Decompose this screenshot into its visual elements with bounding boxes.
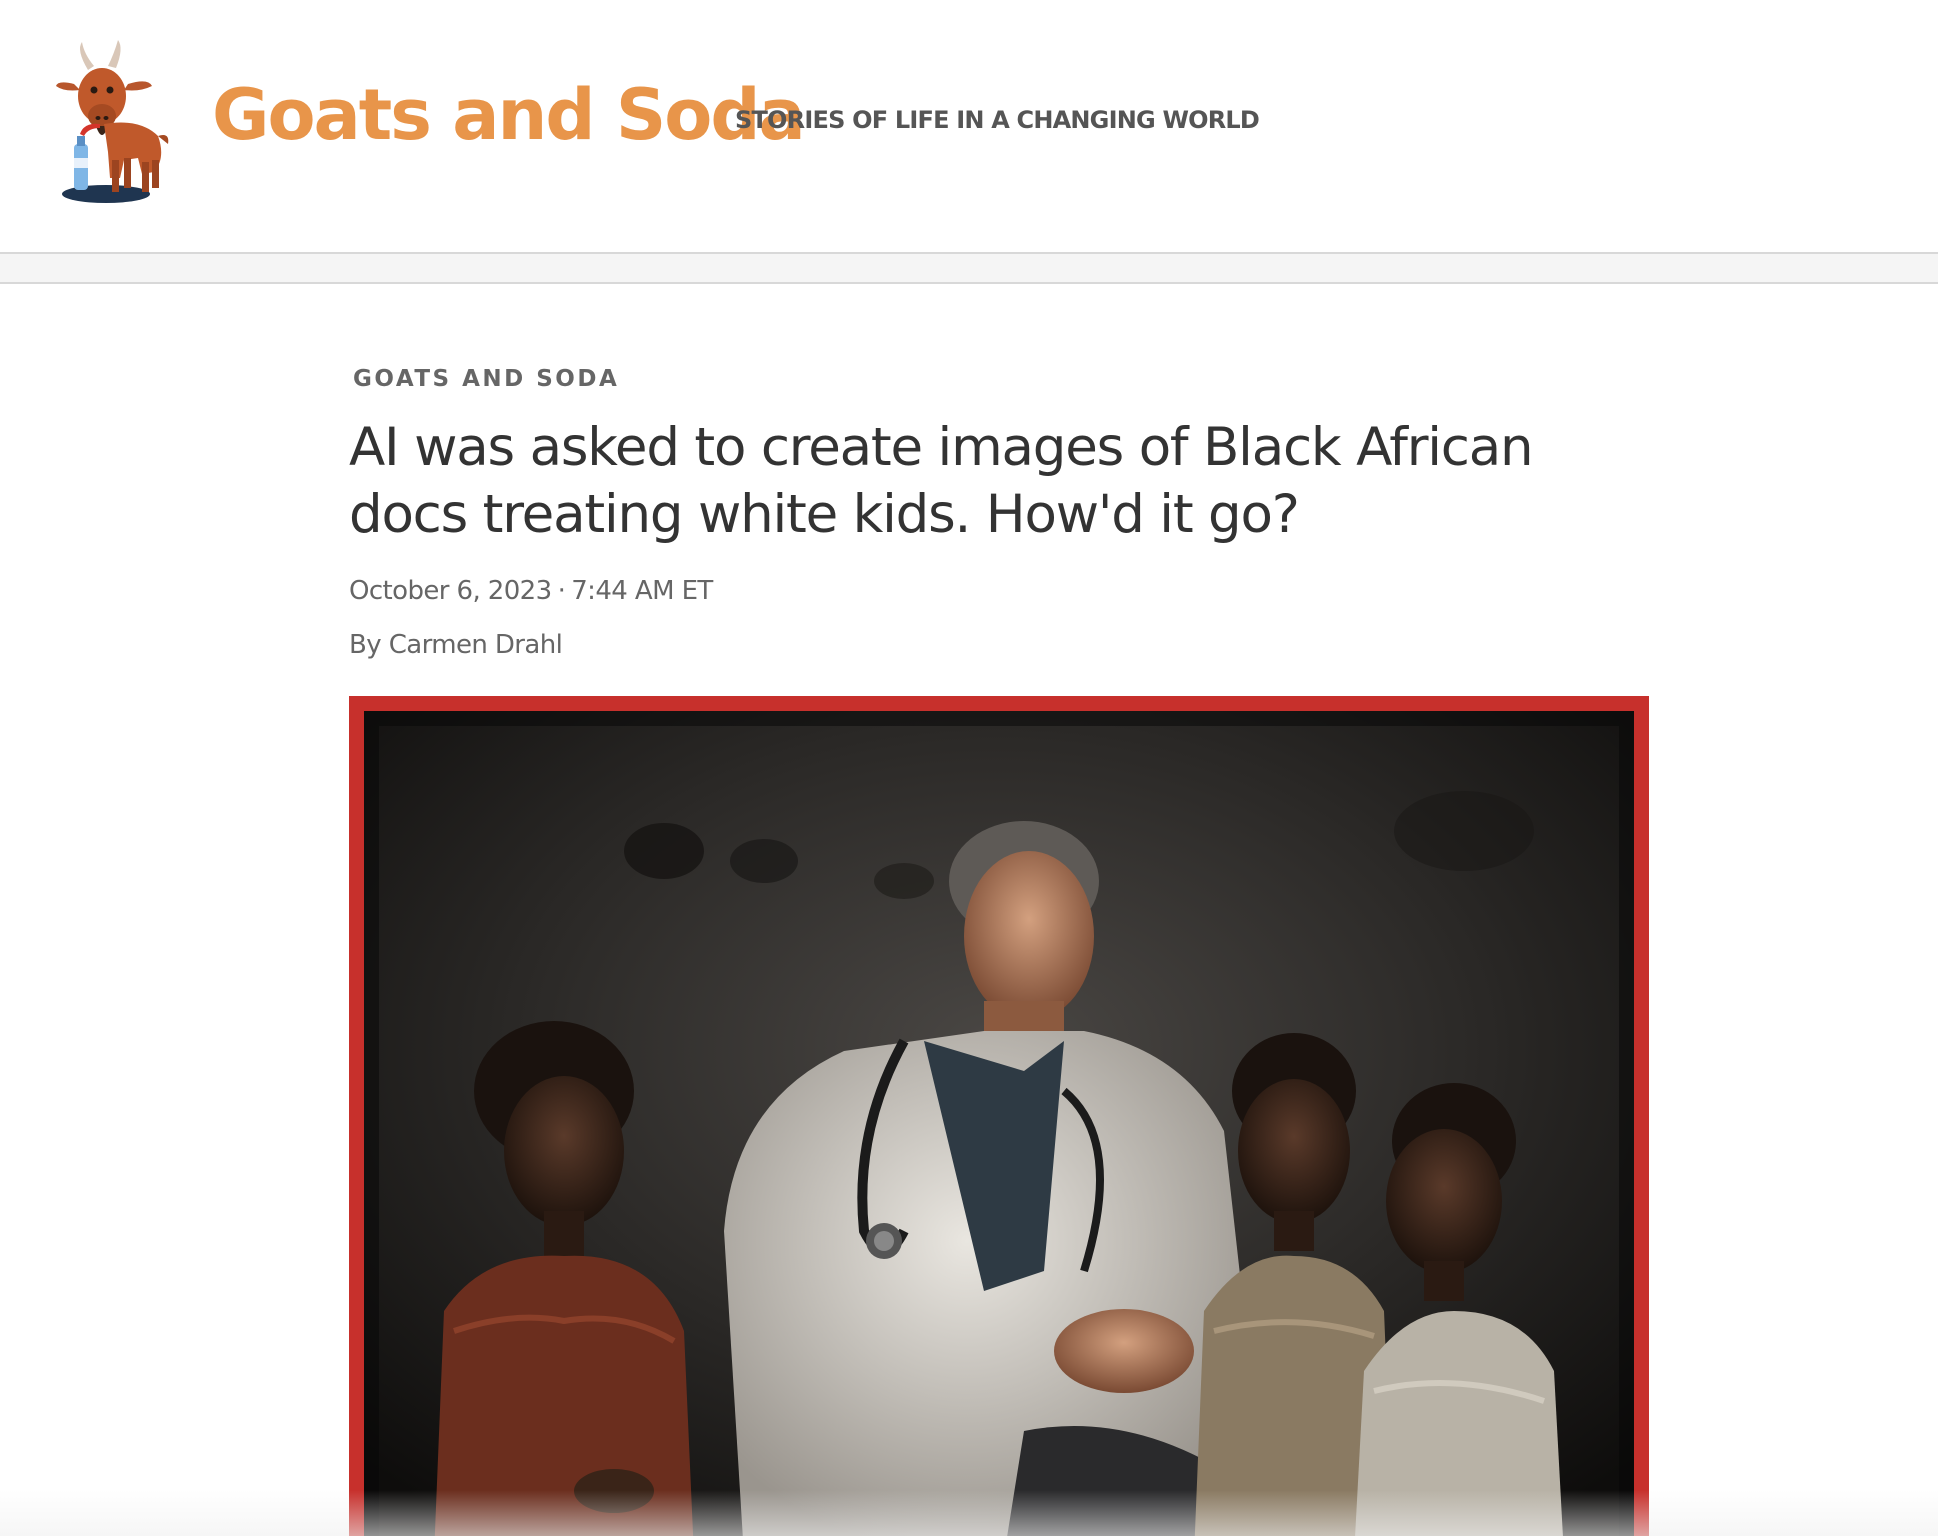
logo-link[interactable] [54,36,174,216]
publish-time: 7:44 AM ET [571,576,713,606]
author-link[interactable]: Carmen Drahl [389,630,563,660]
date-separator: · [557,576,566,606]
byline: By Carmen Drahl [349,630,563,660]
byline-prefix: By [349,630,382,660]
dateline: October 6, 2023 · 7:44 AM ET [349,576,713,606]
publish-date: October 6, 2023 [349,576,552,606]
site-header: Goats and Soda STORIES OF LIFE IN A CHAN… [0,0,1938,252]
goat-with-soda-bottle-icon [56,40,169,203]
lead-photo [364,711,1634,1536]
page: Goats and Soda STORIES OF LIFE IN A CHAN… [0,0,1938,1536]
section-label[interactable]: GOATS AND SODA [353,366,619,392]
lead-image[interactable] [349,696,1649,1536]
site-tagline: STORIES OF LIFE IN A CHANGING WORLD [735,106,1260,134]
article-headline: AI was asked to create images of Black A… [349,417,1534,545]
site-title[interactable]: Goats and Soda [212,70,806,160]
header-divider [0,252,1938,284]
